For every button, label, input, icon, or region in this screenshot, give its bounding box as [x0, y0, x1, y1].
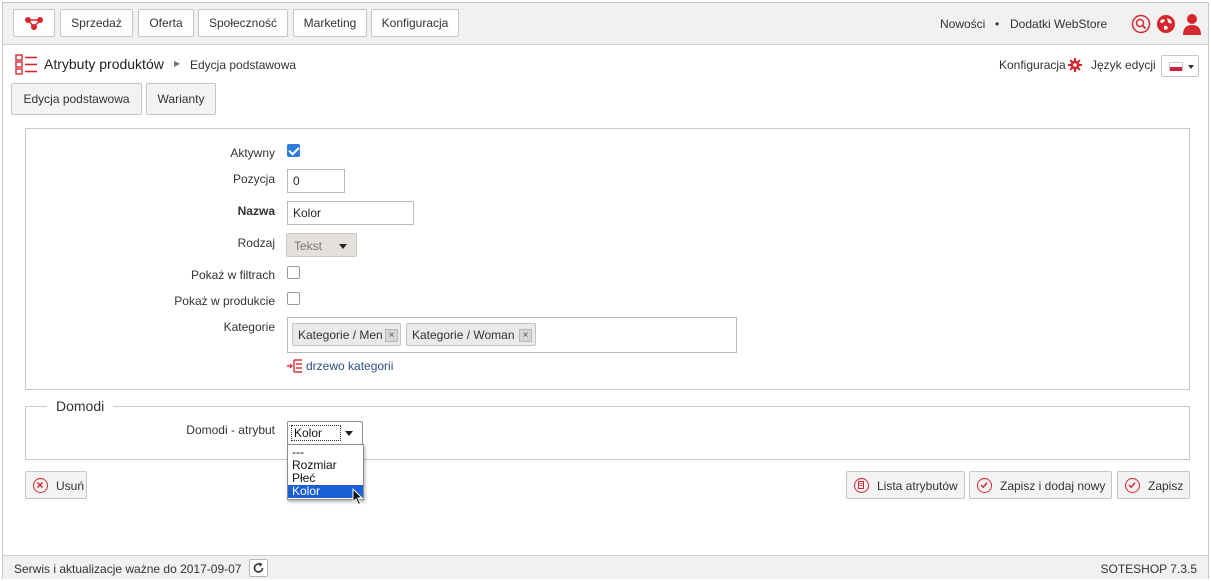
pozycja-input[interactable]	[287, 169, 345, 193]
rodzaj-select: Tekst	[286, 233, 357, 257]
pokaz-w-produkcie-checkbox[interactable]	[287, 292, 300, 305]
nav-spolecznosc[interactable]: Społeczność	[198, 9, 288, 37]
version-text: SOTESHOP 7.3.5	[1100, 562, 1198, 576]
app-window: Sprzedaż Oferta Społeczność Marketing Ko…	[2, 2, 1209, 579]
search-icon[interactable]	[1130, 13, 1152, 35]
save-button[interactable]: Zapisz	[1117, 471, 1190, 499]
rodzaj-label: Rodzaj	[237, 236, 275, 250]
category-tree-icon	[287, 359, 302, 373]
nazwa-label: Nazwa	[237, 204, 275, 218]
filtry-label: Pokaż w filtrach	[190, 268, 275, 282]
mouse-cursor-icon	[352, 488, 364, 506]
share-logo-icon	[25, 17, 43, 30]
domodi-selected-value: Kolor	[291, 425, 341, 441]
remove-tag-icon[interactable]: ×	[385, 329, 398, 342]
remove-tag-icon[interactable]: ×	[519, 329, 532, 342]
nav-sprzedaz[interactable]: Sprzedaż	[60, 9, 133, 37]
service-expiry-text: Serwis i aktualizacje ważne do 2017-09-0…	[14, 562, 242, 576]
category-tree-link[interactable]: drzewo kategorii	[306, 359, 393, 373]
category-tag: Kategorie / Men ×	[292, 323, 401, 346]
aktywny-checkbox[interactable]	[287, 144, 300, 157]
nazwa-input[interactable]	[287, 201, 414, 225]
rodzaj-value: Tekst	[294, 239, 323, 253]
status-footer: Serwis i aktualizacje ważne do 2017-09-0…	[3, 555, 1208, 579]
pozycja-label: Pozycja	[232, 172, 275, 186]
config-link[interactable]: Konfiguracja	[999, 58, 1066, 72]
check-icon	[1125, 478, 1140, 493]
chevron-down-icon	[345, 431, 353, 436]
polish-flag-icon	[1169, 62, 1183, 71]
page-title[interactable]: Atrybuty produktów	[44, 56, 164, 72]
nav-marketing[interactable]: Marketing	[293, 9, 367, 37]
attribute-list-button[interactable]: Lista atrybutów	[846, 471, 965, 499]
tab-edycja-podstawowa[interactable]: Edycja podstawowa	[11, 83, 142, 115]
refresh-icon	[253, 562, 264, 573]
breadcrumb: Edycja podstawowa	[190, 58, 297, 72]
nav-oferta[interactable]: Oferta	[138, 9, 194, 37]
delete-button[interactable]: Usuń	[25, 471, 87, 499]
check-icon	[977, 478, 992, 493]
aktywny-label: Aktywny	[230, 146, 275, 160]
list-icon	[854, 478, 869, 493]
nav-konfiguracja[interactable]: Konfiguracja	[371, 9, 459, 37]
attribute-list-label: Lista atrybutów	[877, 479, 958, 493]
link-separator: •	[995, 17, 1000, 31]
link-dodatki-webstore[interactable]: Dodatki WebStore	[1010, 17, 1107, 31]
category-tag-label: Kategorie / Men	[298, 328, 383, 342]
kategorie-label: Kategorie	[223, 320, 275, 334]
gear-icon[interactable]	[1068, 58, 1082, 72]
link-nowosci[interactable]: Nowości	[940, 17, 985, 31]
pokaz-w-filtrach-checkbox[interactable]	[287, 266, 300, 279]
domodi-legend: Domodi	[47, 398, 114, 414]
language-label: Język edycji	[1091, 58, 1156, 72]
delete-icon	[33, 478, 48, 493]
chevron-down-icon	[339, 244, 347, 249]
breadcrumb-arrow-icon: ▶	[174, 59, 181, 68]
attributes-list-icon	[15, 54, 37, 75]
logo-button[interactable]	[13, 9, 55, 37]
kategorie-tag-input[interactable]: Kategorie / Men × Kategorie / Woman ×	[287, 317, 737, 353]
save-label: Zapisz	[1148, 479, 1184, 493]
category-tag-label: Kategorie / Woman	[412, 328, 515, 342]
save-and-add-new-button[interactable]: Zapisz i dodaj nowy	[969, 471, 1112, 499]
produkcie-label: Pokaż w produkcie	[174, 294, 275, 308]
chevron-down-icon	[1188, 65, 1194, 69]
refresh-button[interactable]	[249, 559, 268, 577]
category-tag: Kategorie / Woman ×	[406, 323, 536, 346]
domodi-attribute-select[interactable]: Kolor	[287, 421, 363, 445]
language-select[interactable]	[1161, 55, 1199, 77]
user-icon[interactable]	[1181, 13, 1203, 35]
globe-icon[interactable]	[1155, 13, 1177, 35]
top-nav-bar: Sprzedaż Oferta Społeczność Marketing Ko…	[3, 3, 1208, 45]
delete-label: Usuń	[56, 479, 85, 493]
save-and-add-new-label: Zapisz i dodaj nowy	[1000, 479, 1106, 493]
domodi-attribute-label: Domodi - atrybut	[186, 423, 275, 437]
tab-warianty[interactable]: Warianty	[146, 83, 216, 115]
